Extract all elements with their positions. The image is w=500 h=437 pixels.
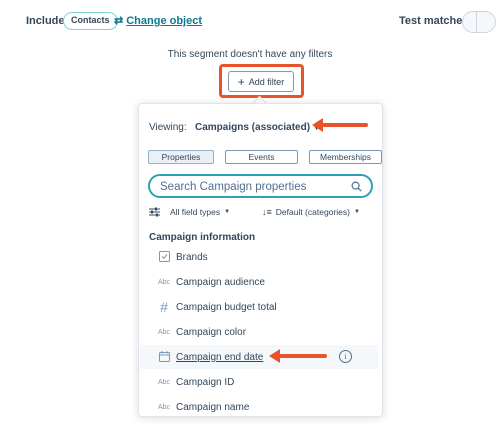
section-heading: Campaign information — [149, 232, 256, 243]
property-item-campaign-budget-total[interactable]: # Campaign budget total — [140, 295, 378, 319]
calendar-icon — [154, 350, 174, 364]
text-icon: Abc — [157, 378, 171, 386]
property-item-campaign-id[interactable]: Abc Campaign ID — [140, 370, 378, 394]
change-object-link[interactable]: ⇄ Change object — [114, 14, 202, 27]
tab-events[interactable]: Events — [225, 150, 298, 164]
add-filter-label: Add filter — [248, 76, 285, 87]
annotation-arrow-end-date — [269, 349, 327, 363]
property-item-campaign-name[interactable]: Abc Campaign name — [140, 395, 378, 416]
property-tabs: Properties Events Memberships — [148, 150, 382, 164]
test-matches-toggle[interactable] — [462, 11, 496, 33]
sort-icon: ↓≡ — [262, 207, 272, 217]
viewing-label: Viewing: — [149, 122, 187, 133]
caret-down-icon: ▼ — [353, 209, 360, 215]
sort-dropdown[interactable]: ↓≡ Default (categories) ▼ — [262, 207, 360, 217]
property-item-campaign-audience[interactable]: Abc Campaign audience — [140, 270, 378, 294]
property-item-campaign-end-date[interactable]: Campaign end date i — [140, 345, 378, 369]
search-input[interactable] — [160, 179, 345, 195]
segment-header: Include Contacts ⇄ Change object Test mat… — [0, 0, 500, 44]
search-box — [148, 174, 373, 198]
empty-state-text: This segment doesn't have any filters — [167, 49, 333, 60]
field-types-label: All field types — [170, 207, 221, 217]
text-icon: Abc — [157, 328, 171, 336]
search-icon[interactable] — [351, 181, 362, 192]
swap-icon: ⇄ — [114, 15, 124, 27]
viewing-dropdown[interactable]: Campaigns (associated)▼ — [195, 122, 320, 133]
property-item-brands[interactable]: Brands — [140, 245, 378, 269]
tab-memberships[interactable]: Memberships — [309, 150, 382, 164]
object-pill: Contacts — [63, 12, 118, 30]
test-matches-label: Test matches — [399, 15, 469, 27]
text-icon: Abc — [157, 278, 171, 286]
filter-popover: Viewing: Campaigns (associated)▼ Propert… — [138, 103, 383, 417]
include-label: Include — [26, 15, 65, 27]
property-item-campaign-color[interactable]: Abc Campaign color — [140, 320, 378, 344]
plus-icon: + — [237, 74, 245, 89]
field-types-dropdown[interactable]: All field types ▼ — [149, 207, 230, 217]
annotation-arrow-viewing — [312, 118, 368, 132]
add-filter-button[interactable]: + Add filter — [228, 71, 294, 92]
text-icon: Abc — [157, 403, 171, 411]
info-icon[interactable]: i — [339, 350, 352, 363]
checkbox-list-icon — [154, 250, 174, 264]
sort-label: Default (categories) — [275, 207, 350, 217]
tab-properties[interactable]: Properties — [148, 150, 214, 164]
number-icon: # — [160, 299, 168, 315]
sliders-icon — [149, 207, 160, 217]
caret-down-icon: ▼ — [224, 209, 231, 215]
